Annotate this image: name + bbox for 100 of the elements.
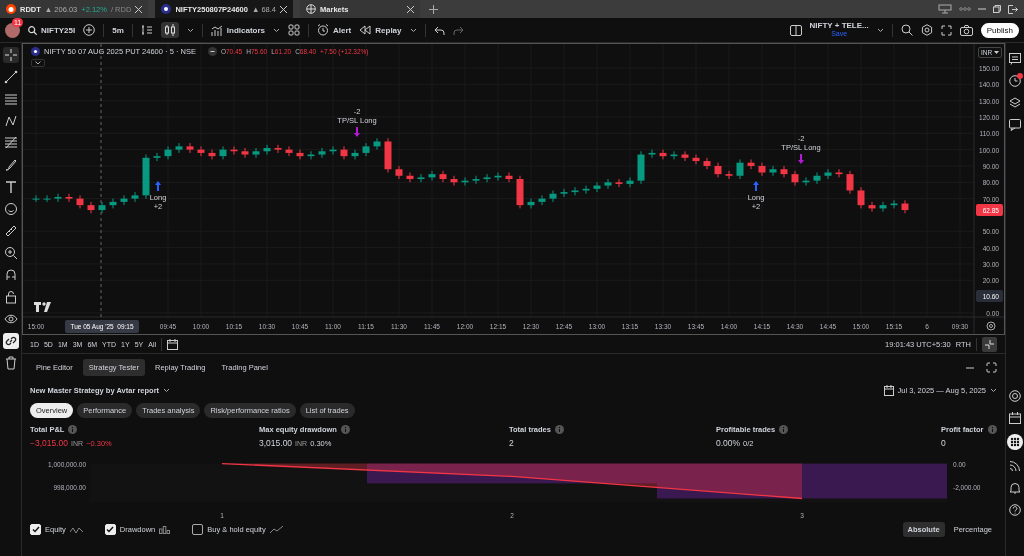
checkbox[interactable] [192, 524, 204, 535]
symbol-search[interactable]: NIFTY25I [28, 25, 76, 35]
candle [516, 175, 524, 209]
caret-icon[interactable] [273, 27, 281, 33]
publish-button[interactable]: Publish [980, 22, 1019, 38]
candle [87, 201, 95, 214]
close-icon[interactable] [407, 5, 415, 13]
grid-icon[interactable] [288, 24, 301, 36]
layout-icon[interactable] [789, 24, 802, 36]
help-icon[interactable] [1009, 504, 1021, 516]
layers-icon[interactable] [1009, 97, 1021, 109]
calendar-icon[interactable] [1009, 412, 1021, 424]
candle [736, 158, 744, 180]
dots-grid-icon[interactable] [1007, 434, 1023, 450]
redo-icon[interactable] [452, 25, 464, 35]
signal-icon[interactable] [1009, 460, 1021, 472]
candle [835, 168, 843, 178]
bell-icon[interactable] [1009, 482, 1021, 494]
candle [494, 172, 502, 182]
minimize-icon[interactable] [966, 366, 974, 369]
collapse-icon[interactable] [982, 336, 997, 352]
minus-icon[interactable] [207, 47, 217, 56]
target-icon[interactable] [1009, 390, 1021, 402]
fullscreen-icon[interactable] [940, 24, 952, 36]
new-tab-icon[interactable] [429, 4, 439, 14]
settings-icon[interactable] [986, 321, 996, 331]
candle [549, 189, 557, 203]
smile-icon[interactable] [2, 201, 19, 217]
info-icon[interactable] [340, 425, 350, 434]
maximize-icon[interactable] [986, 362, 997, 373]
replay-button[interactable]: Replay [359, 25, 402, 35]
candle [120, 194, 128, 206]
nodes-icon[interactable] [2, 113, 19, 129]
interval-button[interactable]: 5m [112, 25, 124, 35]
settings-icon[interactable] [920, 24, 933, 36]
candle [252, 147, 260, 159]
candle [362, 142, 370, 157]
message-icon[interactable] [1009, 119, 1021, 131]
close-icon[interactable] [280, 5, 288, 13]
chat-icon[interactable] [1009, 53, 1021, 65]
info-icon[interactable] [987, 425, 997, 434]
metric-value: 2 [509, 438, 514, 448]
candle [670, 150, 678, 160]
layout-name[interactable]: NIFTY + TELE... [809, 22, 869, 30]
fib-icon[interactable] [2, 135, 19, 151]
candle [637, 150, 645, 185]
camera-icon[interactable] [959, 24, 973, 36]
line-icon[interactable] [2, 69, 19, 85]
metric-value: 0 [941, 438, 946, 448]
caret-icon [994, 51, 1000, 54]
calendar-icon[interactable] [883, 384, 894, 396]
zoom-icon[interactable] [2, 245, 19, 261]
close-icon[interactable] [135, 5, 143, 13]
chart-icon [210, 24, 223, 36]
candle [109, 198, 117, 209]
bars-icon [159, 525, 171, 534]
candles-icon[interactable] [160, 22, 179, 38]
candle [384, 137, 392, 173]
lines-icon[interactable] [2, 91, 19, 107]
candle [582, 185, 590, 195]
candle [692, 154, 700, 165]
candle [450, 175, 458, 187]
candle [626, 176, 634, 188]
add-symbol-icon[interactable] [83, 24, 96, 36]
monitor-icon[interactable] [938, 4, 952, 14]
entry-arrow-icon [753, 181, 759, 191]
candle [76, 194, 84, 209]
candle [703, 157, 711, 170]
info-icon[interactable] [554, 425, 564, 434]
metric-value: 0.00% [716, 438, 741, 448]
info-icon[interactable] [779, 425, 789, 434]
candle [131, 191, 139, 203]
avatar[interactable] [5, 22, 20, 38]
candle [505, 172, 513, 183]
candle [604, 178, 612, 190]
clock-icon[interactable] [1009, 75, 1021, 87]
logo-drawing [34, 302, 51, 312]
link-icon[interactable] [2, 333, 19, 349]
info-icon[interactable] [68, 425, 78, 434]
caret-icon[interactable] [990, 387, 997, 393]
quick-search-icon[interactable] [900, 24, 913, 36]
undo-icon[interactable] [433, 25, 445, 35]
caret-icon[interactable] [186, 27, 194, 33]
candle [43, 194, 51, 203]
candle [901, 199, 909, 214]
caret-icon[interactable] [163, 387, 171, 393]
restore-icon[interactable] [993, 5, 1001, 13]
calendar-icon[interactable] [167, 338, 178, 350]
bar-style-icon[interactable] [140, 24, 153, 36]
caret-icon[interactable] [409, 27, 417, 33]
indicators-button[interactable]: Indicators [210, 24, 266, 36]
candle [318, 147, 326, 159]
candle [241, 147, 249, 159]
exit-icon[interactable] [1008, 4, 1018, 14]
alert-button[interactable]: Alert [317, 24, 352, 36]
crosshair-icon[interactable] [2, 47, 19, 63]
candle [197, 145, 205, 157]
collapse-button[interactable] [31, 59, 45, 67]
caret-icon[interactable] [876, 27, 884, 33]
candle [615, 178, 623, 188]
